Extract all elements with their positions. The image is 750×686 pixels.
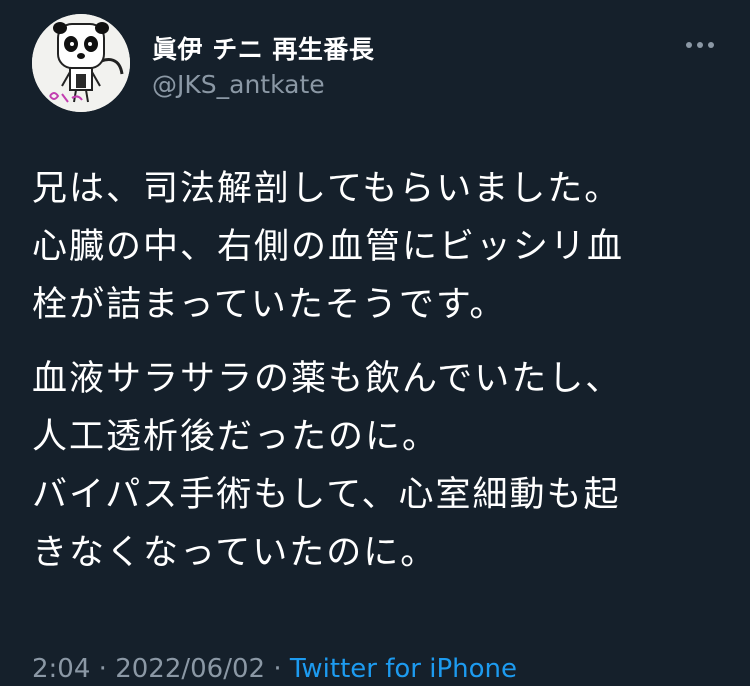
- tweet-date[interactable]: 2022/06/02: [115, 654, 265, 684]
- tweet-time[interactable]: 2:04: [32, 654, 90, 684]
- more-dot-icon: [708, 42, 714, 48]
- tweet-detail: 眞伊 チニ 再生番長 @JKS_antkate 兄は、司法解剖してもらいました。…: [0, 0, 750, 686]
- tweet-paragraph: 兄は、司法解剖してもらいました。 心臓の中、右側の血管にビッシリ血 栓が詰まって…: [32, 160, 732, 334]
- tweet-line: 栓が詰まっていたそうです。: [32, 285, 507, 325]
- tweet-paragraph: 血液サラサラの薬も飲んでいたし、 人工透析後だったのに。 バイパス手術もして、心…: [32, 350, 732, 582]
- tweet-line: 人工透析後だったのに。: [32, 417, 440, 457]
- user-avatar[interactable]: [32, 14, 130, 112]
- meta-separator: ·: [98, 654, 107, 684]
- username-handle[interactable]: @JKS_antkate: [152, 70, 325, 99]
- tweet-line: バイパス手術もして、心室細動も起: [32, 475, 621, 515]
- tweet-line: 兄は、司法解剖してもらいました。: [32, 169, 622, 209]
- tweet-line: 血液サラサラの薬も飲んでいたし、: [32, 359, 623, 399]
- panda-avatar-icon: [32, 14, 130, 112]
- more-dot-icon: [686, 42, 692, 48]
- tweet-text: 兄は、司法解剖してもらいました。 心臓の中、右側の血管にビッシリ血 栓が詰まって…: [32, 160, 732, 582]
- more-dot-icon: [697, 42, 703, 48]
- more-options-button[interactable]: [680, 30, 720, 60]
- display-name[interactable]: 眞伊 チニ 再生番長: [152, 30, 374, 66]
- tweet-line: 心臓の中、右側の血管にビッシリ血: [32, 227, 625, 267]
- meta-separator: ·: [273, 654, 282, 684]
- tweet-metadata: 2:04 · 2022/06/02 · Twitter for iPhone: [32, 654, 517, 684]
- tweet-line: きなくなっていたのに。: [32, 533, 438, 573]
- tweet-source-link[interactable]: Twitter for iPhone: [290, 654, 517, 684]
